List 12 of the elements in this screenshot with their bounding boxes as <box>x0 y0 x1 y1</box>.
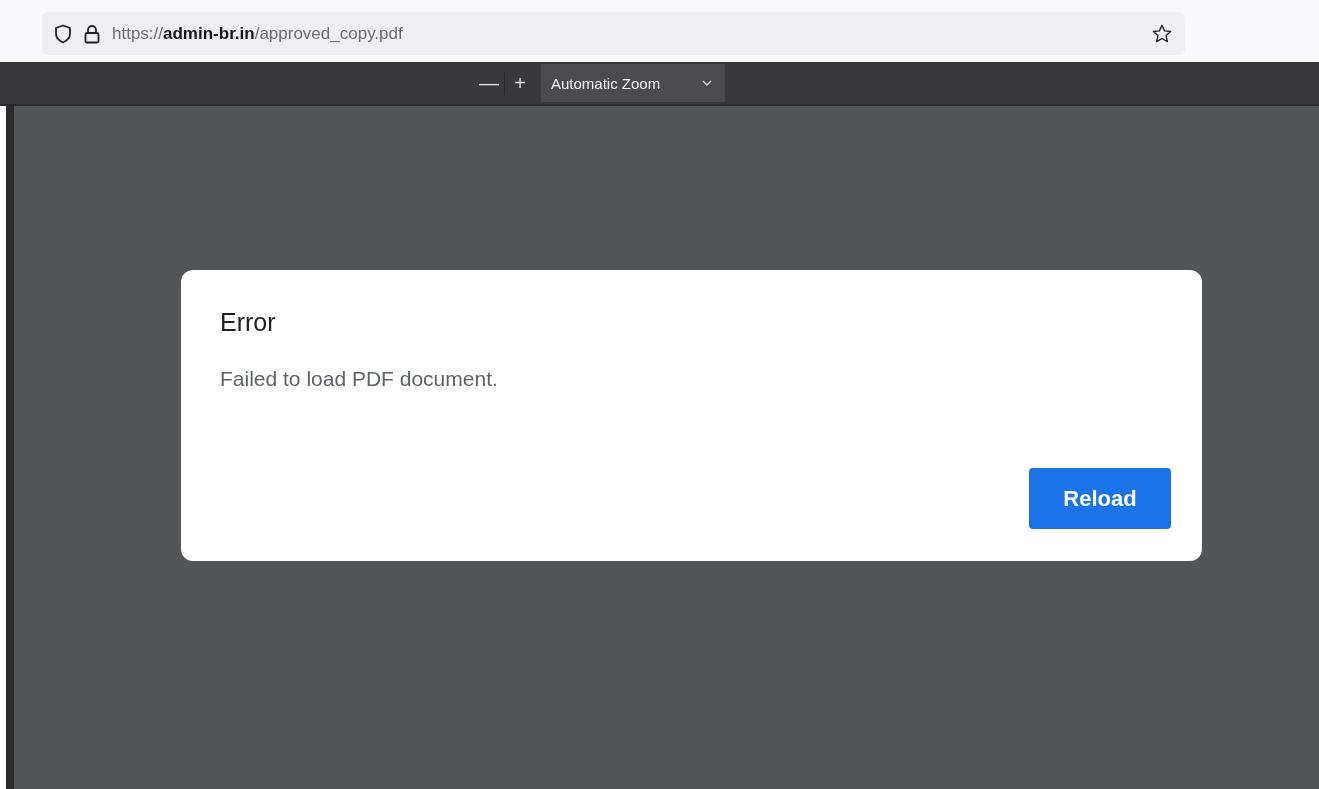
url-text: https://admin-br.in/approved_copy.pdf <box>112 23 404 44</box>
chevron-icon <box>701 79 713 87</box>
lock-icon[interactable] <box>84 23 100 44</box>
address-bar[interactable]: https://admin-br.in/approved_copy.pdf <box>42 12 1185 55</box>
shield-icon[interactable] <box>54 23 72 44</box>
zoom-out-button[interactable]: — <box>474 67 504 99</box>
zoom-in-button[interactable]: + <box>505 67 535 99</box>
error-message: Failed to load PDF document. <box>220 367 499 391</box>
zoom-select[interactable]: Automatic Zoom <box>541 64 725 102</box>
reload-button[interactable]: Reload <box>1029 468 1171 529</box>
star-icon[interactable] <box>1151 22 1173 45</box>
dialog-title: Error <box>220 308 277 337</box>
